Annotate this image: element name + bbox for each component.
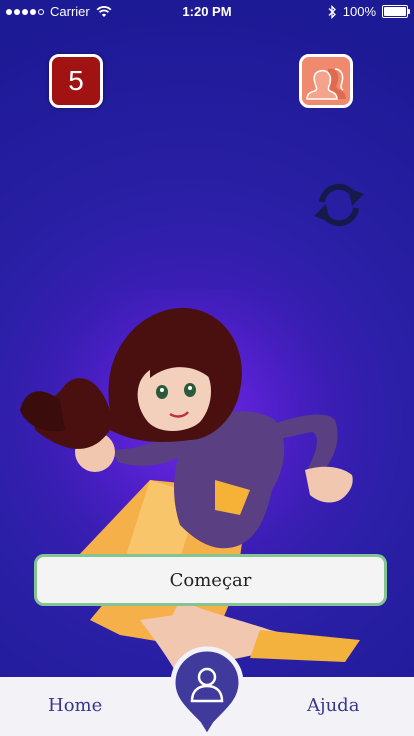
refresh-icon[interactable] (310, 180, 368, 230)
profile-pin-icon[interactable] (168, 646, 246, 736)
bluetooth-icon (328, 4, 336, 19)
lives-counter[interactable]: 5 (49, 54, 103, 108)
friends-button[interactable] (299, 54, 353, 108)
hero-character-illustration (20, 290, 360, 680)
nav-home[interactable]: Home (48, 695, 102, 716)
battery-icon (382, 5, 410, 18)
start-button[interactable]: Começar (34, 554, 387, 606)
battery-label: 100% (342, 4, 376, 19)
friends-icon (306, 68, 346, 100)
screen: Carrier 1:20 PM 100% 5 Começar Home Ajud… (0, 0, 414, 736)
status-right: 100% (327, 4, 410, 19)
nav-help[interactable]: Ajuda (307, 695, 359, 716)
status-bar: Carrier 1:20 PM 100% (0, 0, 414, 24)
